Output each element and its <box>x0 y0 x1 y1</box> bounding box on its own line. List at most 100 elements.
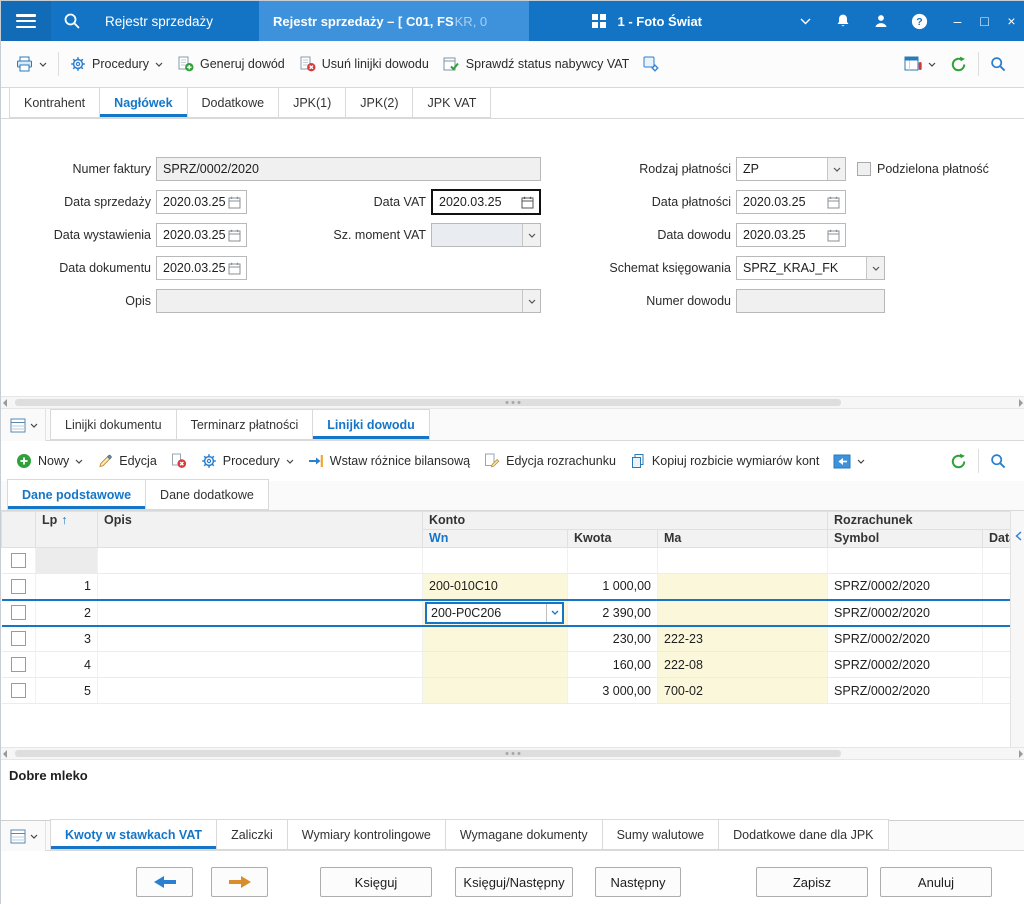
apps-grid-icon[interactable] <box>584 1 614 41</box>
column-header-symbol[interactable]: Symbol <box>828 530 983 548</box>
copy-dimensions-button[interactable]: Kopiuj rozbicie wymiarów kont <box>623 447 826 475</box>
opis-combobox[interactable] <box>156 289 541 313</box>
insert-balance-diff-button[interactable]: Wstaw różnice bilansową <box>301 447 477 475</box>
cell-ma[interactable] <box>658 600 828 626</box>
zapisz-button[interactable]: Zapisz <box>756 867 868 897</box>
row-checkbox[interactable] <box>11 631 26 646</box>
tab-linijki-dokumentu[interactable]: Linijki dokumentu <box>50 409 177 440</box>
tab-jpk2[interactable]: JPK(2) <box>346 87 413 118</box>
document-tab[interactable]: Rejestr sprzedaży – [ C01, FSKR, 0 <box>259 1 529 41</box>
table-row[interactable]: 5 3 000,00 700-02 SPRZ/0002/2020 <box>2 678 1011 704</box>
column-header-lp[interactable]: Lp↑ <box>36 512 98 548</box>
check-vat-status-button[interactable]: Sprawdź status nabywcy VAT <box>436 50 637 78</box>
tab-linijki-dowodu[interactable]: Linijki dowodu <box>313 409 430 440</box>
splitter-handle[interactable] <box>512 752 515 755</box>
ksieguj-button[interactable]: Księguj <box>320 867 432 897</box>
scrollbar-thumb[interactable] <box>15 399 841 406</box>
splitter-handle[interactable] <box>512 401 515 404</box>
tab-naglowek[interactable]: Nagłówek <box>100 87 187 118</box>
next-record-button[interactable] <box>211 867 268 897</box>
tab-wymagane-dokumenty[interactable]: Wymagane dokumenty <box>446 819 603 850</box>
tab-zaliczki[interactable]: Zaliczki <box>217 819 288 850</box>
column-header-kwota[interactable]: Kwota <box>568 530 658 548</box>
numer-dowodu-field[interactable] <box>736 289 885 313</box>
schemat-ksiegowania-combobox[interactable]: SPRZ_KRAJ_FK <box>736 256 885 280</box>
scroll-right-icon[interactable] <box>1019 750 1023 758</box>
chevron-down-icon[interactable] <box>522 290 540 312</box>
user-button[interactable] <box>865 1 897 41</box>
procedures-button[interactable]: Procedury <box>63 50 170 78</box>
maximize-button[interactable]: □ <box>971 1 998 41</box>
search-expand-button[interactable] <box>983 50 1013 78</box>
tab-jpk1[interactable]: JPK(1) <box>279 87 346 118</box>
scroll-left-icon[interactable] <box>3 750 7 758</box>
minimize-button[interactable]: – <box>944 1 971 41</box>
chevron-down-icon[interactable] <box>827 158 845 180</box>
cell-ma[interactable] <box>658 574 828 600</box>
calendar-icon[interactable] <box>521 196 534 209</box>
refresh-button[interactable] <box>943 50 974 79</box>
table-row[interactable]: 4 160,00 222-08 SPRZ/0002/2020 <box>2 652 1011 678</box>
move-column-button[interactable] <box>826 448 872 475</box>
cell-kwota[interactable]: 160,00 <box>568 652 658 678</box>
row-checkbox[interactable] <box>11 579 26 594</box>
column-group-konto[interactable]: Konto <box>423 512 828 530</box>
calendar-icon[interactable] <box>827 229 840 242</box>
tab-kontrahent[interactable]: Kontrahent <box>9 87 100 118</box>
help-button[interactable]: ? <box>903 1 936 41</box>
tab-dodatkowe-dane-jpk[interactable]: Dodatkowe dane dla JPK <box>719 819 888 850</box>
delete-document-lines-button[interactable]: Usuń linijki dowodu <box>292 50 436 78</box>
chevron-down-icon[interactable] <box>866 257 884 279</box>
calendar-icon[interactable] <box>228 262 241 275</box>
tab-wymiary-kontrolingowe[interactable]: Wymiary kontrolingowe <box>288 819 446 850</box>
cell-kwota[interactable]: 230,00 <box>568 626 658 652</box>
grid-horizontal-scrollbar[interactable] <box>1 747 1024 760</box>
cell-kwota[interactable]: 2 390,00 <box>568 600 658 626</box>
cell-wn[interactable] <box>423 652 568 678</box>
side-panel-collapse[interactable] <box>1010 511 1024 747</box>
grid-procedures-button[interactable]: Procedury <box>194 447 301 475</box>
column-header-wn[interactable]: Wn <box>423 530 568 548</box>
cell-wn[interactable]: 200-010C10 <box>423 574 568 600</box>
table-row[interactable]: 1 200-010C10 1 000,00 SPRZ/0002/2020 <box>2 574 1011 600</box>
generate-document-button[interactable]: Generuj dowód <box>170 50 292 78</box>
data-wystawienia-field[interactable]: 2020.03.25 <box>156 223 247 247</box>
account-combobox[interactable]: 200-P0C206 <box>425 602 564 624</box>
print-button[interactable] <box>9 50 54 78</box>
tab-kwoty-w-stawkach-vat[interactable]: Kwoty w stawkach VAT <box>50 819 217 850</box>
settings-gear-button[interactable] <box>636 50 666 78</box>
scroll-right-icon[interactable] <box>1019 399 1023 407</box>
tab-terminarz-platnosci[interactable]: Terminarz płatności <box>177 409 314 440</box>
scroll-left-icon[interactable] <box>3 399 7 407</box>
cell-wn[interactable] <box>423 626 568 652</box>
row-checkbox[interactable] <box>11 657 26 672</box>
cell-ma[interactable]: 222-08 <box>658 652 828 678</box>
row-checkbox[interactable] <box>11 553 26 568</box>
data-dokumentu-field[interactable]: 2020.03.25 <box>156 256 247 280</box>
calendar-icon[interactable] <box>827 196 840 209</box>
cell-ma[interactable]: 222-23 <box>658 626 828 652</box>
row-checkbox[interactable] <box>11 683 26 698</box>
calendar-icon[interactable] <box>228 196 241 209</box>
data-dowodu-field[interactable]: 2020.03.25 <box>736 223 846 247</box>
table-row-selected[interactable]: 2 200-P0C206 2 390,00 SPRZ/0002/2020 <box>2 600 1011 626</box>
menu-button[interactable] <box>1 1 51 41</box>
rodzaj-platnosci-combobox[interactable]: ZP <box>736 157 846 181</box>
numer-faktury-field[interactable]: SPRZ/0002/2020 <box>156 157 541 181</box>
data-platnosci-field[interactable]: 2020.03.25 <box>736 190 846 214</box>
data-vat-field[interactable]: 2020.03.25 <box>431 189 541 215</box>
cell-kwota[interactable]: 1 000,00 <box>568 574 658 600</box>
view-selector-button[interactable] <box>1 409 46 441</box>
grid-refresh-button[interactable] <box>943 447 974 476</box>
row-checkbox[interactable] <box>11 605 26 620</box>
grid-search-button[interactable] <box>983 447 1013 475</box>
cell-wn-editing[interactable]: 200-P0C206 <box>423 600 568 626</box>
chevron-down-icon[interactable] <box>522 224 540 246</box>
tab-sumy-walutowe[interactable]: Sumy walutowe <box>603 819 720 850</box>
nastepny-button[interactable]: Następny <box>595 867 681 897</box>
tab-dane-podstawowe[interactable]: Dane podstawowe <box>7 479 146 510</box>
close-button[interactable]: × <box>998 1 1024 41</box>
cell-wn[interactable] <box>423 678 568 704</box>
ksieguj-nastepny-button[interactable]: Księguj/Następny <box>455 867 573 897</box>
anuluj-button[interactable]: Anuluj <box>880 867 992 897</box>
